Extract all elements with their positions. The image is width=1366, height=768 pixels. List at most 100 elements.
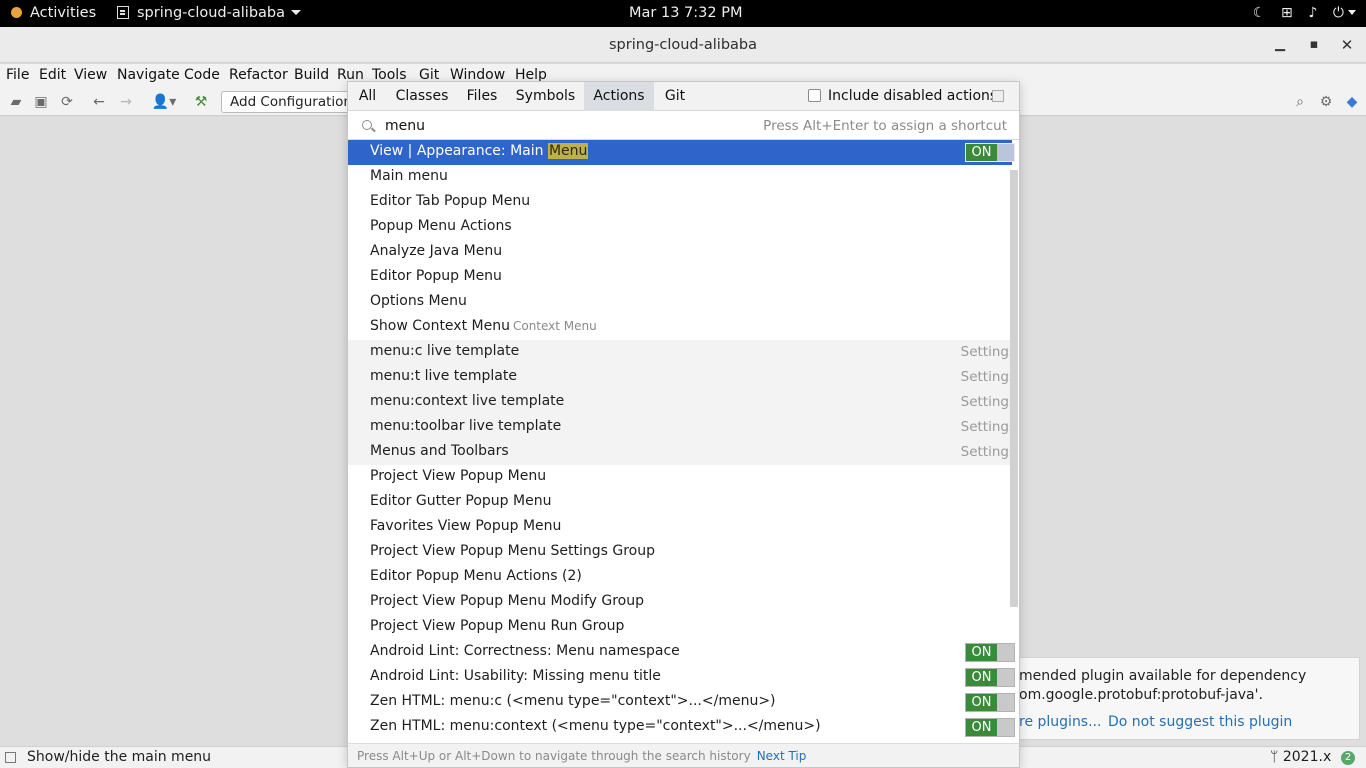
tab-actions[interactable]: Actions	[584, 82, 654, 111]
result-row[interactable]: Options Menu	[348, 290, 1012, 315]
forward-arrow-icon[interactable]: →	[118, 93, 134, 111]
tab-all[interactable]: All	[348, 82, 387, 111]
menu-build[interactable]: Build	[294, 67, 329, 83]
gnome-top-bar: Activities spring-cloud-alibaba Mar 13 7…	[0, 0, 1366, 27]
result-row[interactable]: Editor Popup Menu Actions (2)	[348, 565, 1012, 590]
menu-refactor[interactable]: Refactor	[229, 67, 288, 83]
result-row[interactable]: View | Appearance: Main Menu ON	[348, 140, 1015, 165]
result-label: menu:t live template	[370, 368, 517, 384]
git-branch-widget[interactable]: ᛘ 2021.x	[1270, 749, 1331, 765]
back-arrow-icon[interactable]: ←	[91, 93, 107, 111]
result-row[interactable]: Favorites View Popup Menu	[348, 515, 1012, 540]
menu-navigate[interactable]: Navigate	[117, 67, 180, 83]
menu-code[interactable]: Code	[184, 67, 220, 83]
result-label-text: Project View Popup Menu Run Group	[370, 618, 625, 634]
footer-tip: Press Alt+Up or Alt+Down to navigate thr…	[357, 749, 806, 763]
open-folder-icon[interactable]: ▰	[8, 93, 24, 111]
window-title: spring-cloud-alibaba	[609, 37, 757, 53]
search-hint: Press Alt+Enter to assign a shortcut	[763, 118, 1007, 134]
footer-tip-text: Press Alt+Up or Alt+Down to navigate thr…	[357, 749, 751, 763]
settings-gear-icon[interactable]: ⚙	[1318, 93, 1334, 111]
result-row[interactable]: Menus and Toolbars Settings	[348, 440, 1016, 465]
menu-file[interactable]: File	[6, 67, 29, 83]
search-icon[interactable]: ⌕	[1292, 93, 1308, 111]
result-row[interactable]: Analyze Java Menu	[348, 240, 1012, 265]
result-row[interactable]: Editor Gutter Popup Menu	[348, 490, 1012, 515]
result-row[interactable]: Android Lint: Usability: Missing menu ti…	[348, 665, 1015, 690]
activities-label: Activities	[30, 5, 97, 21]
include-disabled-label: Include disabled actions	[828, 88, 998, 104]
result-label-text: menu:c live template	[370, 343, 520, 359]
on-off-toggle[interactable]: ON	[965, 643, 1015, 662]
on-off-toggle[interactable]: ON	[965, 718, 1015, 737]
app-menu-button[interactable]: spring-cloud-alibaba	[117, 0, 301, 27]
result-row[interactable]: Project View Popup Menu Modify Group	[348, 590, 1012, 615]
notification-line-1: mended plugin available for dependency	[1019, 668, 1307, 684]
filter-icon[interactable]	[992, 90, 1004, 102]
tab-files[interactable]: Files	[457, 82, 507, 111]
do-not-suggest-link[interactable]: Do not suggest this plugin	[1108, 714, 1292, 730]
search-tabs: All Classes Files Symbols Actions Git In…	[348, 82, 1019, 111]
result-label-text: Android Lint: Correctness: Menu namespac…	[370, 643, 680, 659]
result-label-text: menu:t live template	[370, 368, 517, 384]
menu-view[interactable]: View	[74, 67, 107, 83]
minimize-button[interactable]: ▁	[1270, 35, 1290, 55]
result-row[interactable]: Project View Popup Menu Run Group	[348, 615, 1012, 640]
include-disabled-actions-checkbox[interactable]: Include disabled actions	[808, 88, 997, 104]
save-icon[interactable]: ▣	[33, 93, 49, 111]
result-label: View | Appearance: Main Menu	[370, 143, 589, 159]
result-label-text: Zen HTML: menu:context (<menu type="cont…	[370, 718, 821, 734]
on-off-toggle[interactable]: ON	[965, 143, 1015, 162]
user-dropdown-icon[interactable]: 👤▾	[150, 93, 178, 111]
close-button[interactable]: ✕	[1337, 35, 1357, 55]
result-row[interactable]: menu:toolbar live template Settings	[348, 415, 1016, 440]
result-row[interactable]: Project View Popup Menu Settings Group	[348, 540, 1012, 565]
on-off-toggle[interactable]: ON	[965, 693, 1015, 712]
result-row[interactable]: Main menu	[348, 165, 1012, 190]
maximize-button[interactable]: ▪	[1304, 35, 1324, 55]
result-row[interactable]: menu:context live template Settings	[348, 390, 1016, 415]
result-label: Main menu	[370, 168, 448, 184]
activities-button[interactable]: Activities	[11, 0, 96, 27]
tool-windows-toggle-icon[interactable]	[5, 752, 16, 763]
build-hammer-icon[interactable]: ⚒	[193, 93, 209, 111]
checkbox-icon	[808, 89, 821, 102]
tab-git[interactable]: Git	[654, 82, 696, 111]
result-row[interactable]: Zen HTML: menu:c (<menu type="context">.…	[348, 690, 1015, 715]
result-row[interactable]: Editor Popup Menu	[348, 265, 1012, 290]
sync-icon[interactable]: ⟳	[59, 93, 75, 111]
configure-plugins-link[interactable]: re plugins...	[1019, 714, 1101, 730]
result-label: Project View Popup Menu Modify Group	[370, 593, 644, 609]
power-icon: ⏻	[1332, 5, 1344, 21]
result-label: Show Context Menu Context Menu	[370, 318, 597, 334]
result-row[interactable]: Popup Menu Actions	[348, 215, 1012, 240]
result-row[interactable]: Editor Tab Popup Menu	[348, 190, 1012, 215]
tab-symbols[interactable]: Symbols	[507, 82, 584, 111]
results-scrollbar[interactable]	[1010, 170, 1018, 607]
tab-classes[interactable]: Classes	[387, 82, 457, 111]
result-label-text: Android Lint: Usability: Missing menu ti…	[370, 668, 661, 684]
result-row[interactable]: Project View Popup Menu	[348, 465, 1012, 490]
result-row[interactable]: menu:c live template Settings	[348, 340, 1016, 365]
result-settings-tag: Settings	[960, 419, 1016, 435]
result-row[interactable]: menu:t live template Settings	[348, 365, 1016, 390]
menu-edit[interactable]: Edit	[39, 67, 66, 83]
result-row[interactable]: Show Context Menu Context Menu	[348, 315, 1012, 340]
next-tip-link[interactable]: Next Tip	[757, 749, 807, 763]
result-label-text: Favorites View Popup Menu	[370, 518, 562, 534]
result-row[interactable]: Zen HTML: menu:context (<menu type="cont…	[348, 715, 1015, 740]
result-label: menu:context live template	[370, 393, 564, 409]
result-label: menu:c live template	[370, 343, 519, 359]
search-input[interactable]	[385, 116, 765, 136]
system-tray[interactable]: ☾ ⊞ ♪ ⏻	[1242, 0, 1356, 27]
result-row[interactable]: Android Lint: Correctness: Menu namespac…	[348, 640, 1015, 665]
result-hint: Context Menu	[512, 319, 597, 333]
on-off-toggle[interactable]: ON	[965, 668, 1015, 687]
result-label: Zen HTML: menu:c (<menu type="context">.…	[370, 693, 776, 709]
add-configuration-button[interactable]: Add Configuration...	[221, 91, 351, 113]
clock[interactable]: Mar 13 7:32 PM	[629, 0, 742, 27]
result-label: Analyze Java Menu	[370, 243, 502, 259]
jetbrains-logo-icon[interactable]: ◆	[1344, 93, 1360, 111]
notification-count-badge[interactable]: 2	[1341, 751, 1355, 765]
result-label: Android Lint: Correctness: Menu namespac…	[370, 643, 680, 659]
